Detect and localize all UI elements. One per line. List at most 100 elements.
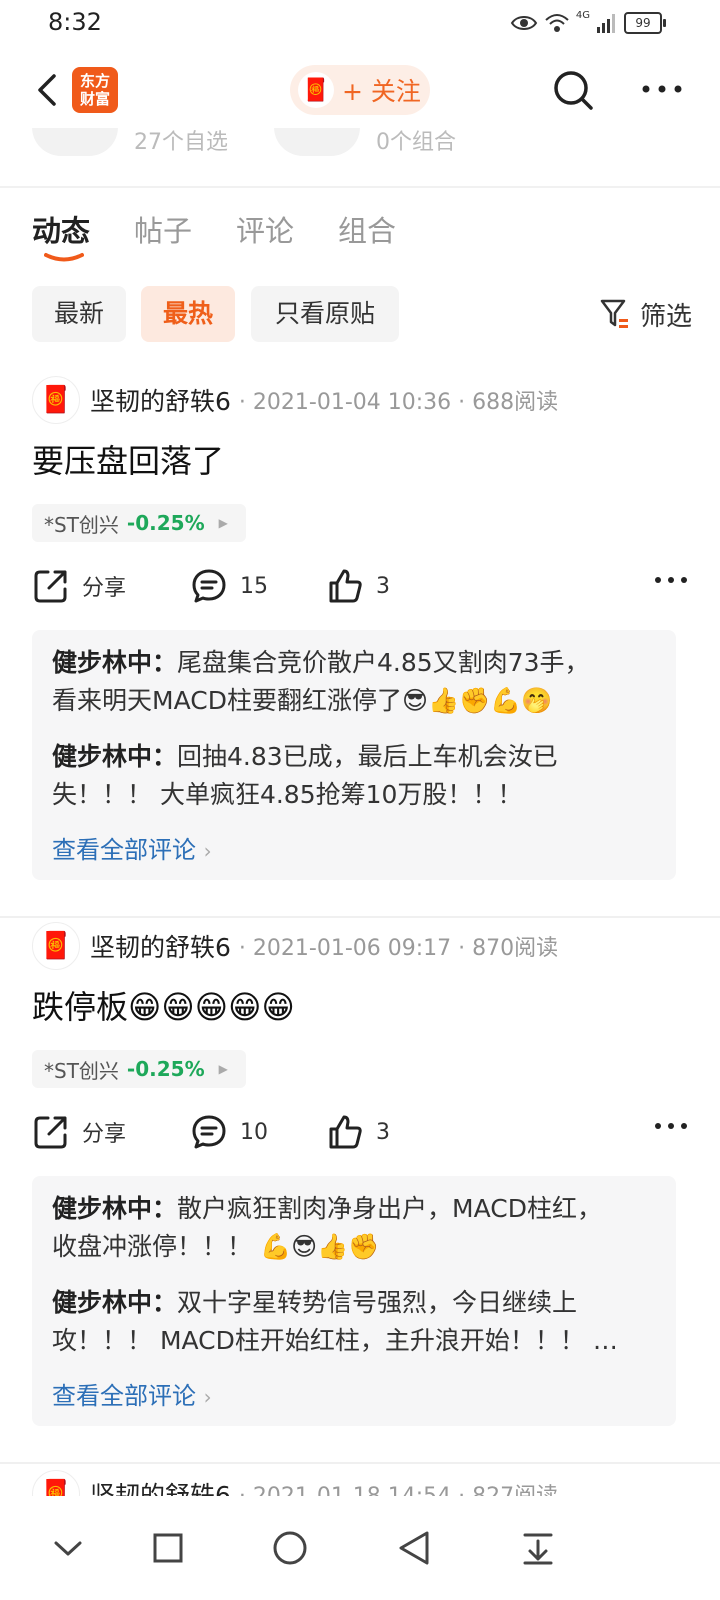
watchlist-icon-pill[interactable]: [32, 128, 118, 156]
tab-portfolio[interactable]: 组合: [338, 208, 396, 268]
nav-notifications-button[interactable]: [514, 1524, 562, 1572]
follow-label: + 关注: [342, 77, 421, 106]
post-actions: 分享 15 3: [32, 562, 688, 610]
post-meta: · 2021-01-18 14:54 · 827阅读: [239, 1478, 558, 1496]
watchlist-count[interactable]: 27个自选: [134, 128, 228, 156]
comment-button[interactable]: 15: [190, 562, 268, 610]
comment-count: 15: [240, 573, 268, 599]
square-icon: [153, 1533, 183, 1563]
system-nav-bar: [0, 1496, 720, 1600]
avatar[interactable]: 🧧: [32, 922, 80, 970]
pull-down-icon: [523, 1533, 553, 1565]
status-time: 8:32: [48, 8, 102, 36]
chevron-right-icon: ›: [203, 839, 212, 863]
nav-home-button[interactable]: [266, 1524, 314, 1572]
post-card: 🧧 坚韧的舒轶6 · 2021-01-04 10:36 · 688阅读 要压盘回…: [0, 376, 720, 900]
comment-item: 健步林中：回抽4.83已成，最后上车机会汝已 失！！！ 大单疯狂4.85抢筹10…: [52, 738, 652, 814]
share-button[interactable]: 分享: [32, 562, 126, 610]
tab-activity-label: 动态: [32, 214, 91, 248]
post-body[interactable]: 跌停板😁😁😁😁😁: [32, 982, 295, 1028]
comments-preview[interactable]: 健步林中：尾盘集合竞价散户4.85又割肉73手， 看来明天MACD柱要翻红涨停了…: [32, 630, 676, 880]
comment-item: 健步林中：尾盘集合竞价散户4.85又割肉73手， 看来明天MACD柱要翻红涨停了…: [52, 644, 652, 720]
nav-back-button[interactable]: [390, 1524, 438, 1572]
post-meta: · 2021-01-06 09:17 · 870阅读: [238, 936, 559, 961]
filter-latest-chip[interactable]: 最新: [32, 286, 126, 342]
status-icons: 4G 99: [510, 10, 666, 36]
post-more-button[interactable]: [654, 572, 688, 591]
stock-name: *ST创兴: [44, 512, 119, 537]
post-body[interactable]: 要压盘回落了: [32, 436, 224, 482]
filter-latest-label: 最新: [53, 299, 104, 328]
comment-user[interactable]: 健步林中：: [52, 1194, 177, 1223]
filter-hottest-label: 最热: [162, 299, 213, 328]
profile-summary-peek: 27个自选 0个组合: [0, 128, 720, 186]
stock-change: -0.25%: [126, 511, 205, 535]
comment-user[interactable]: 健步林中：: [52, 742, 177, 771]
tab-posts[interactable]: 帖子: [134, 208, 192, 268]
like-button[interactable]: 3: [326, 1108, 390, 1156]
comment-icon: [192, 1115, 226, 1149]
view-all-label: 查看全部评论: [52, 1382, 196, 1410]
comment-user[interactable]: 健步林中：: [52, 648, 177, 677]
tab-portfolio-label: 组合: [338, 214, 397, 248]
signal-icon: [597, 14, 615, 33]
filter-label: 筛选: [639, 301, 692, 332]
comment-user[interactable]: 健步林中：: [52, 1288, 177, 1317]
comment-text-line1: 双十字星转势信号强烈，今日继续上: [177, 1288, 578, 1317]
follow-button[interactable]: 🧧 + 关注: [290, 65, 430, 115]
stock-tag[interactable]: *ST创兴 -0.25% ▶: [32, 1050, 246, 1088]
share-icon: [34, 570, 67, 603]
post-more-button[interactable]: [654, 1118, 688, 1137]
filter-hottest-chip[interactable]: 最热: [141, 286, 235, 342]
nav-hide-button[interactable]: [44, 1524, 92, 1572]
author-name[interactable]: 坚韧的舒轶6: [90, 382, 231, 418]
filter-icon: [600, 299, 628, 328]
post-card-peek: 🧧 坚韧的舒轶6 · 2021-01-18 14:54 · 827阅读: [0, 1468, 720, 1496]
triangle-right-icon: ▶: [218, 1062, 228, 1076]
post-divider: [0, 1462, 720, 1464]
comment-text-line2: 收盘冲涨停！！！ 💪😎👍✊: [52, 1232, 380, 1261]
battery-icon: 99: [624, 12, 666, 34]
tab-comments[interactable]: 评论: [236, 208, 294, 268]
comment-button[interactable]: 10: [190, 1108, 268, 1156]
app-logo[interactable]: 东方 财富: [72, 67, 118, 113]
triangle-right-icon: ▶: [218, 516, 228, 530]
more-button[interactable]: [640, 74, 686, 104]
stock-tag[interactable]: *ST创兴 -0.25% ▶: [32, 504, 246, 542]
wifi-icon: [545, 14, 569, 32]
stock-name: *ST创兴: [44, 1058, 119, 1083]
comments-preview[interactable]: 健步林中：散户疯狂割肉净身出户，MACD柱红， 收盘冲涨停！！！ 💪😎👍✊ 健步…: [32, 1176, 676, 1426]
comment-text-line2: 失！！！ 大单疯狂4.85抢筹10万股！！！: [52, 780, 523, 809]
circle-icon: [273, 1531, 307, 1565]
filter-original-chip[interactable]: 只看原贴: [251, 286, 399, 342]
post-header: 🧧 坚韧的舒轶6 · 2021-01-06 09:17 · 870阅读: [32, 922, 558, 970]
filter-button[interactable]: 筛选: [600, 294, 692, 334]
post-actions: 分享 10 3: [32, 1108, 688, 1156]
view-all-comments-link[interactable]: 查看全部评论 ›: [52, 1376, 212, 1411]
post-header: 🧧 坚韧的舒轶6 · 2021-01-04 10:36 · 688阅读: [32, 376, 558, 424]
portfolio-count[interactable]: 0个组合: [376, 128, 456, 156]
avatar[interactable]: 🧧: [32, 1470, 80, 1496]
network-type: 4G: [575, 10, 590, 21]
share-button[interactable]: 分享: [32, 1108, 126, 1156]
nav-recents-button[interactable]: [144, 1524, 192, 1572]
like-button[interactable]: 3: [326, 562, 390, 610]
avatar[interactable]: 🧧: [32, 376, 80, 424]
portfolio-icon-pill[interactable]: [274, 128, 360, 156]
user-avatar-icon: 🧧: [298, 72, 334, 108]
comment-text-line1: 散户疯狂割肉净身出户，MACD柱红，: [177, 1194, 602, 1223]
author-name[interactable]: 坚韧的舒轶6: [90, 1476, 231, 1496]
content-tabs: 动态 帖子 评论 组合: [32, 208, 396, 268]
thumbs-up-icon: [329, 569, 362, 603]
tab-activity[interactable]: 动态: [32, 208, 90, 268]
back-button[interactable]: [30, 66, 70, 114]
share-icon: [34, 1116, 67, 1149]
comment-item: 健步林中：散户疯狂割肉净身出户，MACD柱红， 收盘冲涨停！！！ 💪😎👍✊: [52, 1190, 652, 1266]
author-name[interactable]: 坚韧的舒轶6: [90, 928, 231, 964]
comment-text-line2: 看来明天MACD柱要翻红涨停了😎👍✊💪🤭: [52, 686, 553, 715]
filter-original-label: 只看原贴: [274, 299, 375, 328]
post-divider: [0, 916, 720, 918]
comment-text-line1: 回抽4.83已成，最后上车机会汝已: [177, 742, 558, 771]
search-button[interactable]: [551, 68, 597, 114]
view-all-comments-link[interactable]: 查看全部评论 ›: [52, 830, 212, 865]
